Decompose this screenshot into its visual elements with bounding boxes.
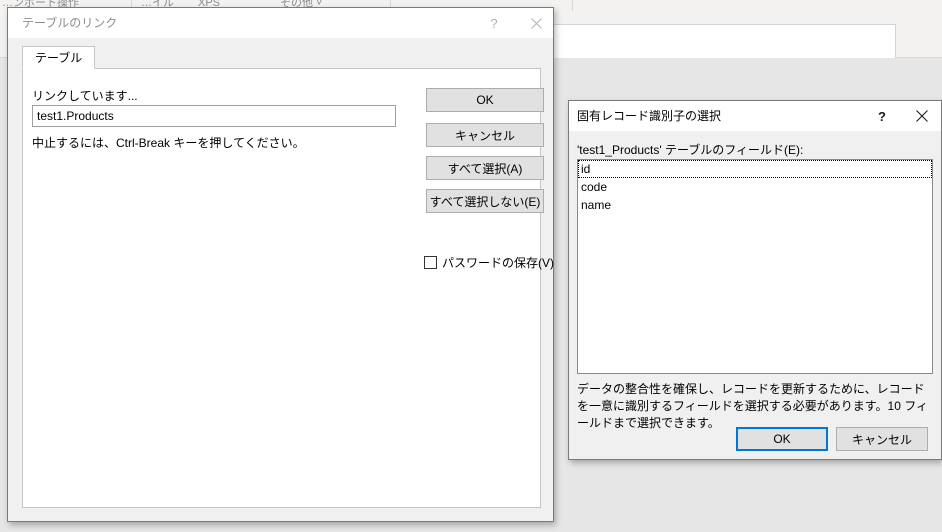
description-text: データの整合性を確保し、レコードを更新するために、レコードを一意に識別するフィー… — [577, 382, 929, 430]
help-glyph: ? — [490, 15, 498, 31]
save-password-label: パスワードの保存(V) — [442, 256, 554, 270]
select-none-button[interactable]: すべて選択しない(E) — [426, 189, 544, 213]
help-glyph: ? — [878, 108, 886, 124]
help-icon[interactable]: ? — [479, 8, 509, 38]
save-password-checkbox[interactable]: パスワードの保存(V) — [424, 254, 554, 271]
cancel-button[interactable]: キャンセル — [426, 123, 544, 147]
list-item[interactable]: id — [578, 160, 932, 178]
fields-listbox[interactable]: id code name — [577, 159, 933, 374]
link-tables-titlebar[interactable]: テーブルのリンク ? — [8, 8, 553, 38]
close-icon[interactable] — [521, 8, 551, 38]
unique-record-id-dialog: 固有レコード識別子の選択 ? 'test1_Products' テーブルのフィー… — [568, 100, 942, 460]
cancel-hint-text: 中止するには、Ctrl-Break キーを押してください。 — [32, 136, 305, 150]
tab-table[interactable]: テーブル — [22, 46, 96, 69]
cancel-button[interactable]: キャンセル — [836, 427, 928, 451]
close-icon[interactable] — [907, 101, 937, 131]
link-tables-title: テーブルのリンク — [22, 16, 118, 30]
table-name-input[interactable] — [32, 105, 396, 127]
select-all-button[interactable]: すべて選択(A) — [426, 156, 544, 180]
ribbon-separator — [572, 0, 573, 11]
link-tables-dialog: テーブルのリンク ? テーブル リンクしています... 中止するには、Ctrl-… — [7, 7, 554, 522]
link-tables-tabstrip: テーブル — [22, 46, 541, 69]
list-item[interactable]: name — [578, 196, 932, 214]
unique-record-id-titlebar[interactable]: 固有レコード識別子の選択 ? — [569, 101, 941, 131]
ok-button[interactable]: OK — [736, 427, 828, 451]
tab-table-label: テーブル — [35, 51, 83, 65]
unique-record-id-title: 固有レコード識別子の選択 — [577, 109, 722, 123]
list-item[interactable]: code — [578, 178, 932, 196]
checkbox-box-icon — [424, 256, 437, 269]
ok-button[interactable]: OK — [426, 88, 544, 112]
help-icon[interactable]: ? — [867, 101, 897, 131]
linking-status-label: リンクしています... — [32, 89, 138, 103]
fields-label: 'test1_Products' テーブルのフィールド(E): — [577, 143, 804, 157]
